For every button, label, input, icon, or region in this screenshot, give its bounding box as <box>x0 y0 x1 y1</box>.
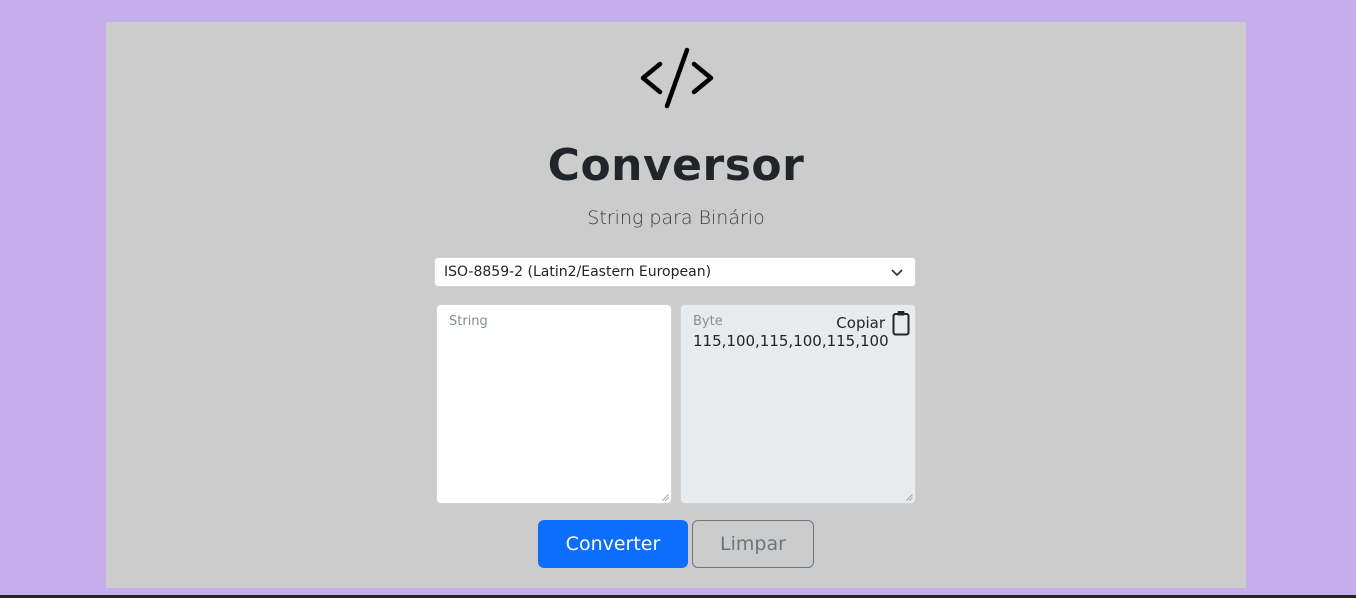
byte-output[interactable]: Byte 115,100,115,100,115,100 Copiar <box>680 304 916 504</box>
string-input-placeholder: String <box>449 314 488 329</box>
page-subtitle: String para Binário <box>587 207 765 229</box>
encoding-select-value: ISO-8859-2 (Latin2/Eastern European) <box>444 264 712 280</box>
copy-button[interactable]: Copiar <box>836 310 910 336</box>
string-input[interactable]: String <box>436 304 672 504</box>
chevron-down-icon <box>891 269 903 276</box>
code-icon <box>640 47 714 109</box>
convert-button[interactable]: Converter <box>538 520 688 568</box>
byte-output-placeholder: Byte <box>693 314 723 329</box>
resize-grip-icon[interactable] <box>906 494 913 501</box>
encoding-select[interactable]: ISO-8859-2 (Latin2/Eastern European) <box>434 257 916 287</box>
resize-grip-icon[interactable] <box>662 494 669 501</box>
clear-button[interactable]: Limpar <box>692 520 814 568</box>
converter-panel: Conversor String para Binário ISO-8859-2… <box>106 22 1246 588</box>
page-title: Conversor <box>547 140 805 191</box>
clipboard-icon[interactable] <box>892 310 910 336</box>
copy-label: Copiar <box>836 314 885 332</box>
